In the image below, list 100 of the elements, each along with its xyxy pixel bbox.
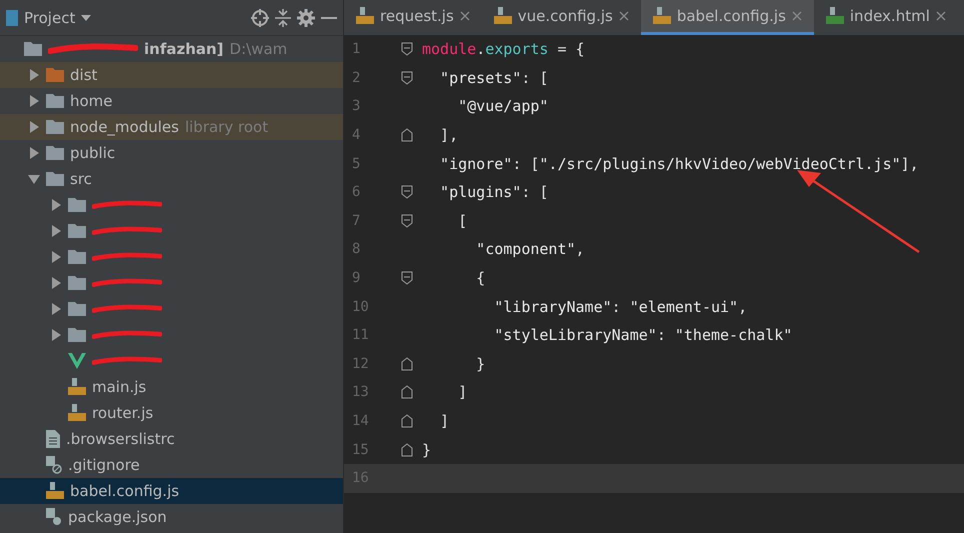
line-number: 3 — [351, 98, 362, 114]
code-line: module.exports = { — [422, 40, 585, 58]
code-line: "styleLibraryName": "theme-chalk" — [493, 326, 792, 344]
collapsed-arrow-icon[interactable] — [28, 95, 40, 107]
fold-start-icon[interactable] — [401, 70, 413, 85]
panel-icon — [6, 10, 18, 26]
text-file-icon — [46, 430, 60, 448]
close-icon[interactable] — [460, 11, 470, 21]
editor-tab[interactable]: index.html — [814, 0, 958, 35]
file-name[interactable]: router.js — [92, 404, 154, 422]
code-line: "plugins": [ — [439, 183, 548, 202]
file-name[interactable]: home — [70, 92, 113, 110]
close-icon[interactable] — [618, 11, 629, 21]
folder-icon — [68, 250, 86, 264]
line-number: 12 — [351, 356, 370, 372]
collapsed-arrow-icon[interactable] — [50, 199, 62, 211]
folder-icon — [46, 94, 64, 108]
folder-icon — [24, 42, 42, 56]
fold-start-icon[interactable] — [401, 42, 413, 56]
line-number: 4 — [351, 127, 362, 144]
line-number: 15 — [351, 442, 370, 458]
code-line: "ignore": ["./src/plugins/hkvVideo/webVideoCtrl.js"], — [439, 154, 919, 173]
file-name[interactable]: public — [70, 144, 116, 162]
line-number: 13 — [351, 384, 370, 400]
collapsed-arrow-icon[interactable] — [28, 121, 40, 133]
v-logo-icon — [68, 353, 86, 369]
fold-end-icon[interactable] — [401, 128, 413, 142]
file-name[interactable]: infazhan] — [144, 40, 224, 58]
settings-icon[interactable] — [297, 8, 315, 26]
minimize-icon[interactable] — [321, 16, 337, 20]
code-line: ], — [439, 126, 458, 144]
selected-tree-item[interactable]: babel.config.js — [0, 478, 343, 504]
code-line: [ — [457, 212, 468, 230]
ignored-file-icon — [46, 456, 62, 474]
fold-end-icon[interactable] — [401, 385, 413, 400]
js-file-icon — [652, 7, 671, 25]
file-name[interactable]: dist — [70, 66, 98, 84]
dropdown-caret-icon[interactable] — [81, 14, 92, 20]
line-number: 1 — [351, 41, 362, 58]
fold-start-icon[interactable] — [401, 271, 413, 286]
panel-title[interactable]: Project — [24, 8, 76, 26]
file-name[interactable]: .gitignore — [68, 456, 140, 474]
fold-start-icon[interactable] — [401, 185, 413, 200]
line-number: 8 — [351, 241, 362, 258]
code-line: "libraryName": "element-ui", — [493, 298, 748, 316]
collapsed-arrow-icon[interactable] — [50, 225, 62, 237]
code-line: "presets": [ — [439, 68, 548, 87]
collapse-icon[interactable] — [275, 8, 291, 26]
collapsed-arrow-icon[interactable] — [50, 251, 62, 263]
folder-icon — [46, 68, 64, 82]
fold-end-icon[interactable] — [401, 414, 413, 428]
file-name[interactable]: src — [70, 170, 92, 188]
expanded-arrow-icon[interactable] — [28, 173, 40, 185]
folder-icon — [68, 224, 86, 238]
code-line: ] — [457, 383, 468, 402]
line-number: 7 — [351, 212, 362, 229]
file-name[interactable]: .browserslistrc — [66, 430, 175, 448]
code-line: } — [422, 440, 432, 459]
js-file-icon — [494, 7, 512, 25]
code-line: } — [475, 354, 486, 373]
line-number: 10 — [351, 298, 370, 315]
folder-icon — [68, 328, 86, 342]
folder-icon — [68, 276, 86, 290]
folder-icon — [46, 120, 64, 134]
editor-tab[interactable]: babel.config.js — [640, 0, 814, 35]
code-line: { — [475, 269, 486, 288]
html-file-icon — [826, 7, 844, 25]
collapsed-arrow-icon[interactable] — [28, 69, 40, 81]
file-name[interactable]: babel.config.js — [70, 482, 180, 500]
file-name[interactable]: node_modules — [70, 118, 179, 136]
editor-tab[interactable]: vue.config.js — [482, 0, 641, 35]
fold-end-icon[interactable] — [401, 442, 413, 457]
collapsed-arrow-icon[interactable] — [50, 277, 62, 289]
fold-start-icon[interactable] — [401, 214, 413, 228]
line-number: 6 — [351, 184, 362, 200]
collapsed-arrow-icon[interactable] — [50, 303, 62, 315]
json-file-icon — [46, 508, 62, 526]
code-line: "component", — [475, 240, 585, 258]
crosshair-icon[interactable] — [251, 8, 269, 26]
file-name[interactable]: main.js — [92, 378, 146, 396]
collapsed-arrow-icon[interactable] — [50, 329, 62, 341]
folder-icon — [46, 172, 64, 186]
file-name[interactable]: package.json — [68, 508, 167, 526]
line-number: 5 — [351, 156, 362, 172]
fold-end-icon[interactable] — [401, 356, 413, 371]
line-number: 9 — [351, 270, 362, 286]
close-icon[interactable] — [936, 11, 946, 21]
folder-icon — [46, 146, 64, 160]
code-line: "@vue/app" — [457, 97, 548, 116]
item-note: library root — [184, 118, 268, 136]
item-note: D:\wam — [230, 40, 288, 58]
code-line: ] — [439, 412, 450, 430]
js-file-icon — [68, 378, 86, 396]
js-file-icon — [68, 404, 86, 422]
collapsed-arrow-icon[interactable] — [28, 147, 40, 159]
line-number: 2 — [351, 70, 362, 86]
line-number: 11 — [351, 327, 370, 344]
folder-icon — [68, 198, 86, 212]
js-file-icon — [356, 7, 374, 25]
editor-tab[interactable]: request.js — [344, 0, 482, 35]
